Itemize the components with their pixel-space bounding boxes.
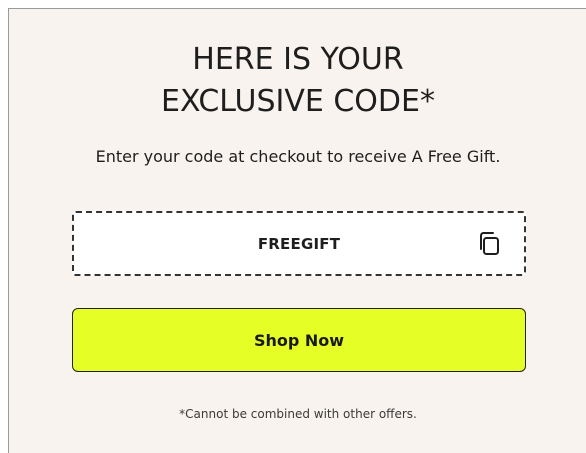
discount-code: FREEGIFT (257, 234, 341, 253)
offer-modal: HERE IS YOUR EXCLUSIVE CODE* Enter your … (8, 8, 586, 453)
discount-code-box[interactable]: FREEGIFT (72, 211, 526, 276)
modal-title: HERE IS YOUR EXCLUSIVE CODE* (9, 39, 586, 123)
modal-title-line-2: EXCLUSIVE CODE* (161, 84, 435, 119)
modal-subtitle: Enter your code at checkout to receive A… (95, 147, 501, 166)
shop-now-button[interactable]: Shop Now (72, 308, 526, 372)
modal-title-line-1: HERE IS YOUR (192, 42, 404, 77)
copy-icon[interactable] (476, 230, 502, 258)
disclaimer-text: *Cannot be combined with other offers. (179, 407, 417, 421)
